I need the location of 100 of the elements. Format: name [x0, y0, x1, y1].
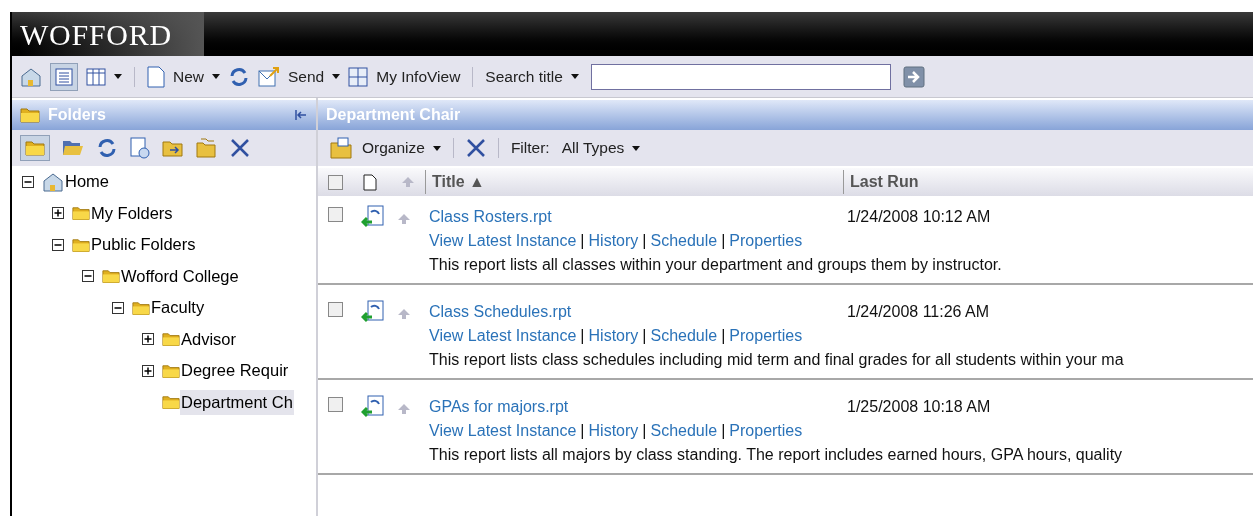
expand-icon[interactable] [142, 333, 154, 346]
home-icon [42, 171, 64, 192]
delete-icon[interactable] [230, 138, 250, 158]
last-run-time: 1/24/2008 11:26 AM [847, 302, 990, 322]
folder-icon [72, 206, 90, 221]
collapse-icon[interactable] [22, 175, 34, 188]
refresh-icon[interactable] [228, 66, 250, 87]
caret-icon[interactable] [332, 74, 341, 79]
last-run-time: 1/24/2008 10:12 AM [847, 207, 991, 227]
action-link[interactable]: Properties [729, 324, 803, 348]
report-title-link[interactable]: Class Schedules.rpt [429, 300, 847, 324]
report-title-link[interactable]: Class Rosters.rpt [429, 205, 847, 229]
logo: WOFFORD [20, 11, 204, 57]
action-link[interactable]: History [588, 229, 639, 253]
report-description: This report lists all majors by class standing. The report includes earned hours, GPA hours, quality [429, 445, 1123, 465]
folder-icon [162, 363, 180, 378]
caret-icon[interactable] [632, 145, 641, 151]
open-folder-icon[interactable] [62, 138, 84, 158]
select-all-checkbox[interactable] [328, 174, 343, 190]
link-separator: | [721, 421, 726, 441]
list-view-icon[interactable] [50, 62, 78, 91]
columns-icon[interactable] [86, 67, 106, 86]
last-run-time: 1/25/2008 10:18 AM [847, 397, 991, 417]
arrow-up-icon [397, 213, 411, 225]
action-link[interactable]: Schedule [650, 419, 718, 443]
caret-icon[interactable] [212, 74, 220, 79]
folder-icon [20, 107, 40, 123]
panel-title: Department Chair [326, 105, 461, 125]
document-icon[interactable] [130, 137, 150, 159]
delete-icon[interactable] [465, 138, 486, 158]
search-label[interactable]: Search title [485, 64, 563, 89]
tree-item[interactable]: Advisor [180, 326, 238, 352]
document-icon [363, 173, 377, 191]
refresh-icon[interactable] [96, 138, 118, 158]
tree-item[interactable]: Department Ch [180, 389, 294, 415]
organize-button[interactable]: Organize [362, 136, 425, 160]
report-description: This report lists class schedules including mid term and final grades for all students within your ma [429, 350, 1124, 370]
send-button[interactable]: Send [288, 64, 325, 89]
action-link[interactable]: View Latest Instance [429, 324, 577, 348]
organize-folder-icon[interactable] [330, 137, 354, 159]
expand-icon[interactable] [52, 207, 64, 220]
tree-item[interactable]: My Folders [90, 200, 174, 226]
link-separator: | [642, 421, 647, 441]
expand-icon[interactable] [142, 364, 154, 377]
filter-label: Filter: [510, 138, 550, 159]
row-checkbox[interactable] [328, 397, 343, 412]
action-link[interactable]: View Latest Instance [429, 229, 577, 253]
caret-icon[interactable] [432, 145, 441, 151]
link-separator: | [580, 326, 585, 346]
report-icon [361, 300, 385, 324]
move-folder-icon[interactable] [162, 139, 184, 157]
tree-item[interactable]: Degree Requir [180, 358, 290, 384]
collapse-icon[interactable] [52, 238, 64, 251]
action-link[interactable]: Schedule [650, 324, 718, 348]
row-checkbox[interactable] [328, 207, 343, 222]
filter-dropdown[interactable]: All Types [561, 136, 625, 160]
collapse-icon[interactable] [82, 270, 94, 283]
column-header[interactable]: Title ▲ [425, 170, 843, 194]
arrow-up-icon [397, 403, 411, 415]
panel-title: Folders [48, 105, 107, 125]
action-link[interactable]: History [588, 419, 639, 443]
action-link[interactable]: Properties [729, 229, 803, 253]
report-description: This report lists all classes within your department and groups them by instructor. [429, 255, 1002, 275]
collapse-icon[interactable] [112, 301, 124, 314]
action-link[interactable]: Schedule [650, 229, 718, 253]
folder-icon [132, 300, 150, 315]
report-title-link[interactable]: GPAs for majors.rpt [429, 395, 847, 419]
tree-item[interactable]: Faculty [150, 295, 206, 321]
grid-icon[interactable] [348, 66, 369, 87]
action-link[interactable]: Properties [729, 419, 803, 443]
report-icon [361, 205, 385, 229]
document-icon[interactable] [147, 65, 165, 88]
folder-icon [25, 140, 45, 156]
search-field[interactable] [590, 63, 891, 90]
action-link[interactable]: History [588, 324, 639, 348]
tree-item[interactable]: Public Folders [90, 232, 197, 258]
link-separator: | [642, 231, 647, 251]
tree-item[interactable]: Home [64, 169, 110, 195]
tree-item[interactable]: Wofford College [120, 263, 240, 289]
action-link[interactable]: View Latest Instance [429, 419, 577, 443]
row-checkbox[interactable] [328, 302, 343, 317]
folder-icon [162, 332, 180, 347]
new-button[interactable]: New [173, 64, 204, 89]
arrow-up-icon [401, 176, 415, 188]
folder-icon [72, 237, 90, 252]
report-icon [361, 395, 385, 419]
link-separator: | [580, 231, 585, 251]
link-separator: | [721, 326, 726, 346]
link-separator: | [580, 421, 585, 441]
column-header[interactable]: Last Run [843, 170, 919, 194]
folder-icon [102, 269, 120, 284]
arrow-up-icon [397, 308, 411, 320]
caret-icon[interactable] [114, 74, 122, 79]
folder-icon [162, 395, 180, 410]
collapse-panel-icon[interactable] [294, 108, 308, 122]
link-separator: | [721, 231, 726, 251]
caret-icon[interactable] [570, 74, 579, 79]
send-icon[interactable] [258, 65, 280, 88]
my-infoview-link[interactable]: My InfoView [376, 64, 461, 89]
link-separator: | [642, 326, 647, 346]
